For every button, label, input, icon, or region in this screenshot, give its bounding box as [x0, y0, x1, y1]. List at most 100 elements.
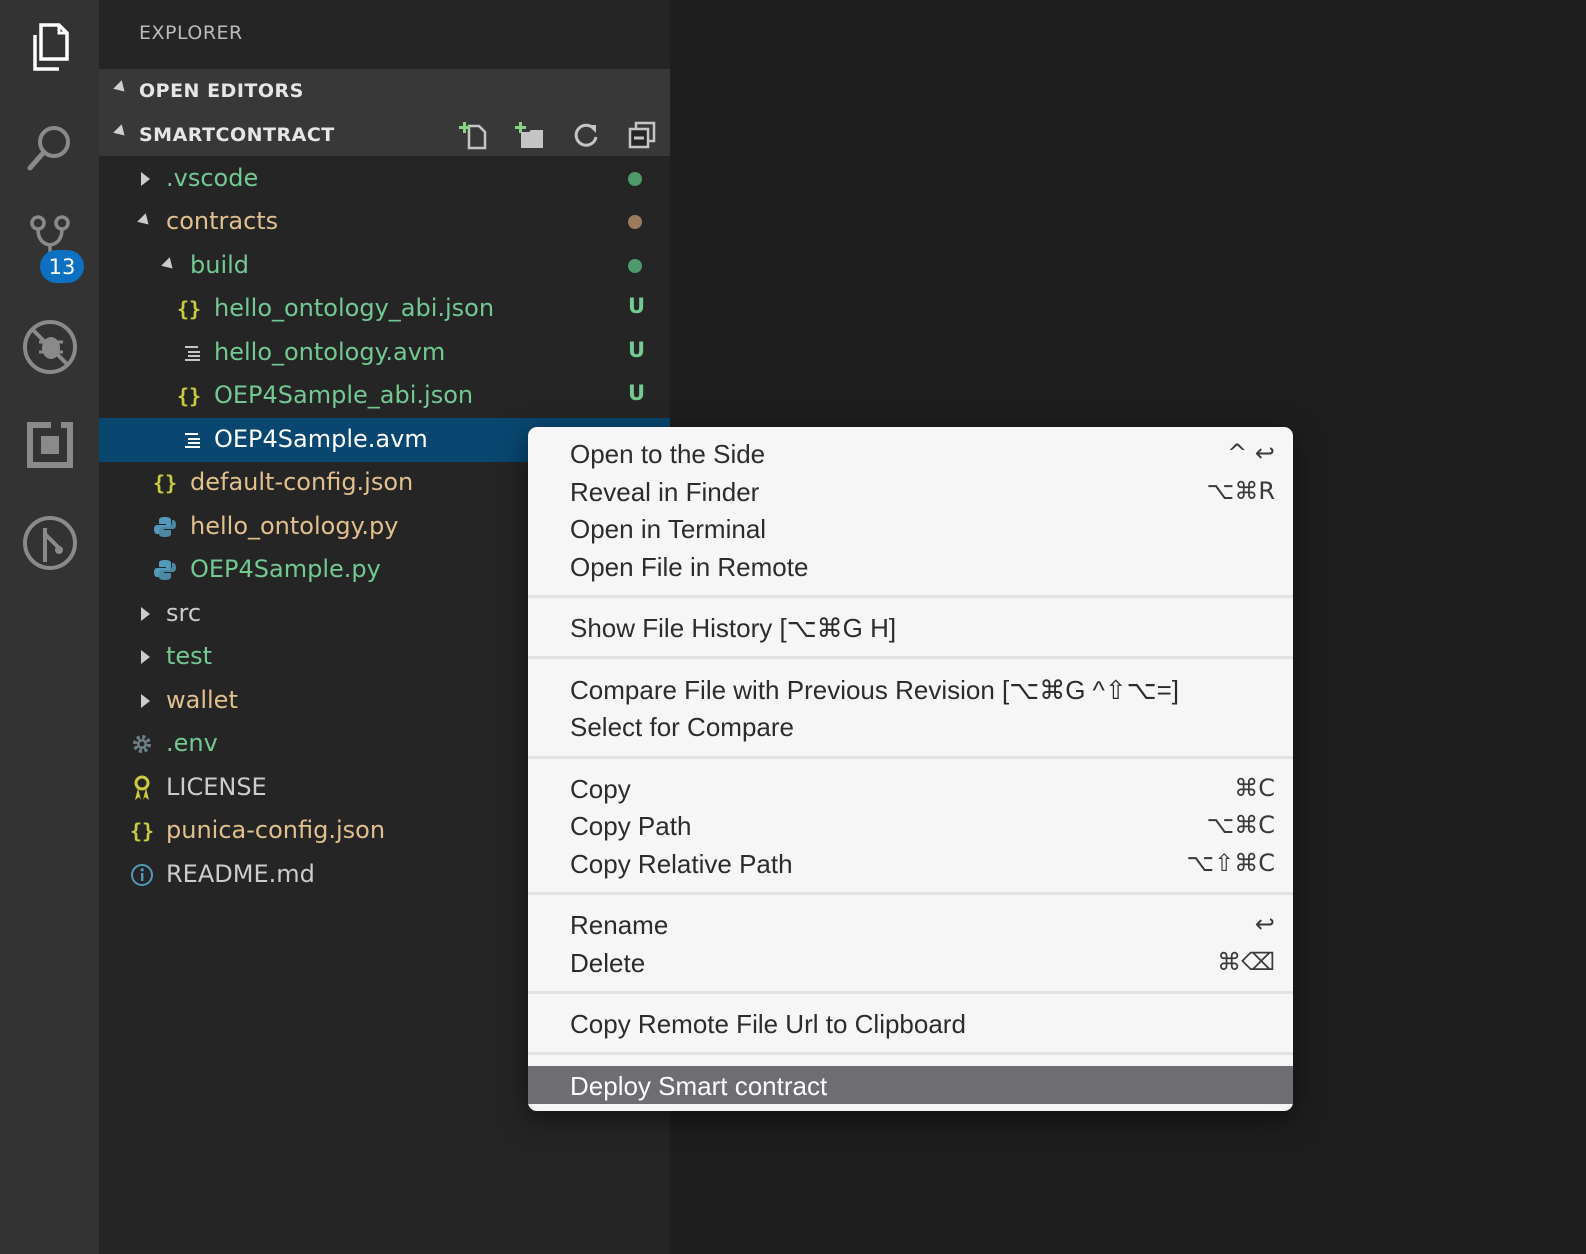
menu-item-label: Copy — [570, 774, 631, 804]
debug-icon[interactable] — [0, 302, 99, 392]
menu-separator — [528, 1052, 1293, 1055]
tree-item-label: build — [190, 251, 250, 279]
chevron-down-icon — [113, 124, 129, 140]
menu-item-label: Copy Remote File Url to Clipboard — [570, 1009, 966, 1039]
menu-item-label: Open to the Side — [570, 439, 766, 469]
tree-item-label: src — [166, 599, 202, 627]
menu-separator — [528, 595, 1293, 598]
menu-item-shortcut: ⌥⇧⌘C — [1186, 849, 1275, 877]
license-icon — [128, 774, 156, 802]
modified-dot — [628, 215, 642, 229]
search-icon[interactable] — [0, 103, 99, 193]
menu-item-shortcut: ^ ↩ — [1227, 439, 1275, 467]
menu-item-copy[interactable]: Copy ⌘C — [528, 769, 1293, 807]
explorer-icon[interactable] — [0, 2, 99, 92]
tree-folder-build[interactable]: build — [99, 244, 670, 288]
menu-item-shortcut: ⌘C — [1234, 774, 1275, 802]
section-label: OPEN EDITORS — [139, 80, 304, 102]
sidebar-title: EXPLORER — [139, 22, 243, 44]
punica-icon[interactable] — [0, 498, 99, 588]
tree-item-label: punica-config.json — [166, 816, 386, 844]
extensions-icon[interactable] — [0, 400, 99, 490]
chevron-down-icon — [161, 257, 177, 273]
menu-item-label: Open File in Remote — [570, 552, 809, 582]
menu-item-label: Copy Path — [570, 811, 692, 841]
untracked-status: U — [628, 338, 646, 362]
chevron-down-icon — [113, 80, 129, 96]
chevron-right-icon — [141, 650, 150, 664]
refresh-icon[interactable] — [558, 113, 614, 157]
menu-item-delete[interactable]: Delete ⌘⌫ — [528, 943, 1293, 981]
tree-item-label: OEP4Sample.py — [190, 555, 381, 583]
new-file-icon[interactable] — [446, 113, 502, 157]
tree-item-label: .env — [166, 729, 218, 757]
python-icon — [151, 513, 179, 541]
menu-item-deploy-smart-contract[interactable]: Deploy Smart contract — [528, 1066, 1293, 1104]
menu-item-label: Delete — [570, 948, 646, 978]
menu-item-copy-relative-path[interactable]: Copy Relative Path ⌥⇧⌘C — [528, 844, 1293, 882]
menu-item-label: Compare File with Previous Revision [⌥⌘G… — [570, 675, 1180, 705]
menu-separator — [528, 656, 1293, 659]
chevron-right-icon — [141, 607, 150, 621]
workspace-section[interactable]: SMARTCONTRACT — [99, 113, 670, 156]
tree-folder-contracts[interactable]: contracts — [99, 200, 670, 244]
tree-item-label: OEP4Sample.avm — [214, 425, 428, 453]
menu-item-copy-remote-url[interactable]: Copy Remote File Url to Clipboard — [528, 1004, 1293, 1042]
open-editors-section[interactable]: OPEN EDITORS — [99, 69, 670, 113]
menu-item-open-in-terminal[interactable]: Open in Terminal — [528, 509, 1293, 547]
json-icon: {} — [129, 819, 155, 843]
untracked-status: U — [628, 294, 646, 318]
menu-separator — [528, 991, 1293, 994]
menu-item-label: Show File History [⌥⌘G H] — [570, 613, 897, 643]
menu-item-label: Reveal in Finder — [570, 477, 760, 507]
json-icon: {} — [176, 384, 202, 408]
gear-icon — [128, 730, 156, 758]
tree-file-hello-ontology-avm[interactable]: hello_ontology.avm U — [99, 331, 670, 375]
menu-item-label: Select for Compare — [570, 712, 794, 742]
json-icon: {} — [152, 471, 178, 495]
tree-file-oep4sample-abi[interactable]: {} OEP4Sample_abi.json U — [99, 374, 670, 418]
tree-item-label: test — [166, 642, 213, 670]
menu-item-shortcut: ⌥⌘C — [1206, 811, 1275, 839]
menu-item-label: Rename — [570, 910, 669, 940]
menu-item-shortcut: ⌘⌫ — [1217, 948, 1275, 976]
tree-folder-vscode[interactable]: .vscode — [99, 157, 670, 201]
menu-item-copy-path[interactable]: Copy Path ⌥⌘C — [528, 806, 1293, 844]
menu-item-select-for-compare[interactable]: Select for Compare — [528, 707, 1293, 745]
menu-item-label: Deploy Smart contract — [570, 1071, 828, 1101]
tree-item-label: default-config.json — [190, 468, 414, 496]
tree-item-label: hello_ontology.py — [190, 512, 399, 540]
menu-item-show-file-history[interactable]: Show File History [⌥⌘G H] — [528, 608, 1293, 646]
untracked-status: U — [628, 381, 646, 405]
menu-item-rename[interactable]: Rename ↩ — [528, 905, 1293, 943]
tree-item-label: OEP4Sample_abi.json — [214, 381, 474, 409]
menu-item-label: Open in Terminal — [570, 514, 767, 544]
tree-item-label: hello_ontology_abi.json — [214, 294, 495, 322]
menu-item-open-file-in-remote[interactable]: Open File in Remote — [528, 547, 1293, 585]
chevron-right-icon — [141, 172, 150, 186]
menu-separator — [528, 756, 1293, 759]
menu-item-open-to-side[interactable]: Open to the Side ^ ↩ — [528, 434, 1293, 472]
activity-bar: 13 — [0, 0, 99, 1254]
tree-file-hello-ontology-abi[interactable]: {} hello_ontology_abi.json U — [99, 287, 670, 331]
text-file-icon — [179, 339, 207, 367]
modified-dot — [628, 259, 642, 273]
chevron-down-icon — [137, 213, 153, 229]
tree-item-label: wallet — [166, 686, 238, 714]
menu-item-compare-previous[interactable]: Compare File with Previous Revision [⌥⌘G… — [528, 670, 1293, 708]
menu-item-shortcut: ⌥⌘R — [1206, 477, 1275, 505]
modified-dot — [628, 172, 642, 186]
menu-separator — [528, 892, 1293, 895]
scm-badge: 13 — [40, 250, 84, 283]
menu-item-reveal-in-finder[interactable]: Reveal in Finder ⌥⌘R — [528, 472, 1293, 510]
collapse-all-icon[interactable] — [614, 113, 670, 157]
text-file-icon — [179, 426, 207, 454]
tree-item-label: LICENSE — [166, 773, 267, 801]
section-label: SMARTCONTRACT — [139, 124, 335, 146]
tree-item-label: README.md — [166, 860, 315, 888]
menu-item-shortcut: ↩ — [1254, 910, 1275, 938]
tree-item-label: hello_ontology.avm — [214, 338, 446, 366]
new-folder-icon[interactable] — [502, 113, 558, 157]
json-icon: {} — [176, 297, 202, 321]
python-icon — [151, 556, 179, 584]
